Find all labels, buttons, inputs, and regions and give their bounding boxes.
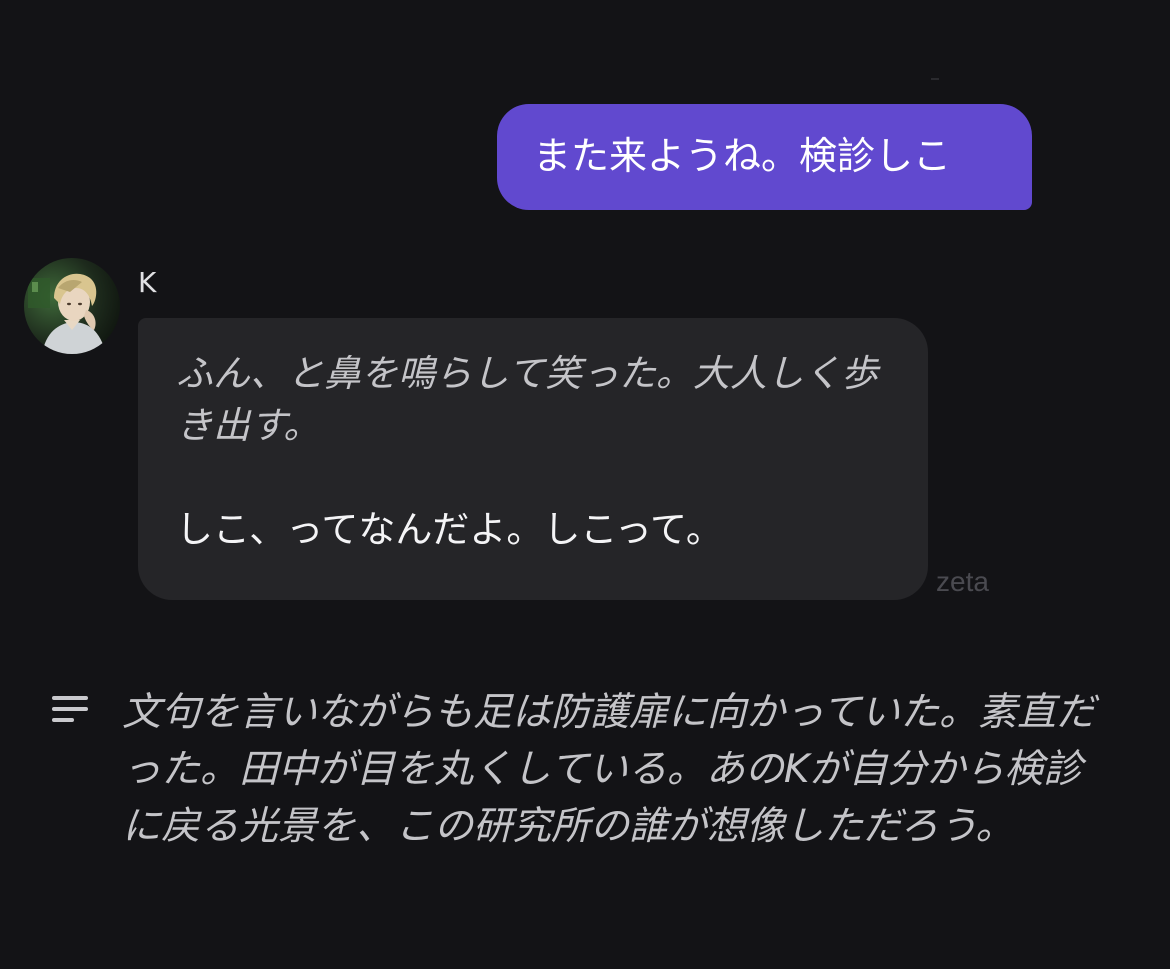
bot-message-bubble[interactable]: ふん、と鼻を鳴らして笑った。大人しく歩き出す。 しこ、ってなんだよ。しこって。 bbox=[138, 318, 928, 600]
watermark: zeta bbox=[936, 566, 989, 597]
user-message-bubble[interactable]: また来ようね。検診しこ bbox=[497, 104, 1032, 210]
avatar[interactable] bbox=[24, 258, 120, 354]
lines-icon bbox=[52, 696, 90, 726]
character-avatar-icon bbox=[24, 258, 120, 354]
bot-dialogue-text: しこ、ってなんだよ。しこって。 bbox=[176, 508, 723, 551]
divider bbox=[931, 78, 939, 80]
summary-text: 文句を言いながらも足は防護扉に向かっていた。素直だった。田中が目を丸くしている。… bbox=[122, 690, 1096, 849]
bot-narration-text: ふん、と鼻を鳴らして笑った。大人しく歩き出す。 bbox=[176, 352, 878, 447]
sender-name: K bbox=[138, 266, 157, 299]
user-message-text: また来ようね。検診しこ bbox=[533, 134, 952, 179]
